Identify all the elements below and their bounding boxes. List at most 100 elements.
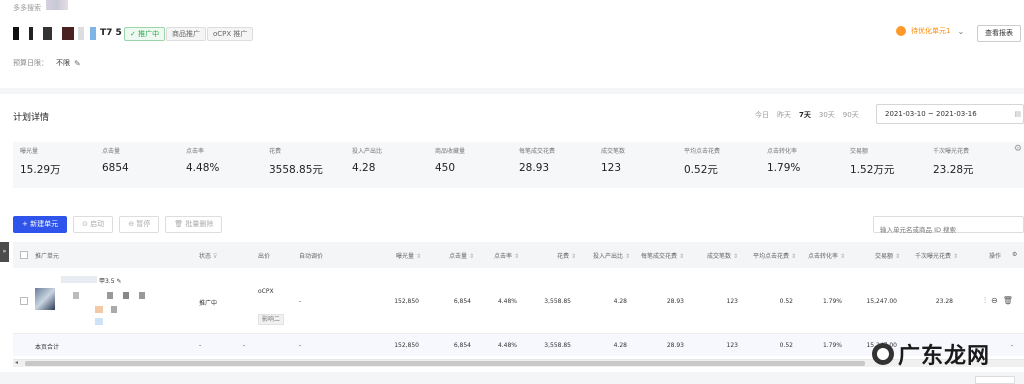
col-cpc[interactable]: 平均点击花费 ⇕ <box>753 251 796 260</box>
date-range-picker[interactable]: 2021-03-10 ~ 2021-03-16 ▤ <box>876 104 1024 124</box>
edit-icon[interactable]: ✎ <box>74 59 81 68</box>
sort-icon: ⇕ <box>416 253 422 260</box>
redacted-block <box>90 26 96 40</box>
plan-name: T7 5 <box>13 25 122 41</box>
row-roi: 4.28 <box>613 298 627 305</box>
total-ctr: 4.48% <box>497 342 517 349</box>
column-settings-icon[interactable]: ⚙ <box>1012 251 1017 258</box>
row-gmv: 15,247.00 <box>866 298 897 305</box>
product-thumbnail <box>35 288 55 310</box>
col-cost[interactable]: 花费 ⇕ <box>557 251 576 260</box>
ad-plan-page: 多多搜索 T7 5 ✓ 推广中 商品推广 oCPX 推广 预算日限： 不限 ✎ … <box>0 0 1024 384</box>
batch-delete-button[interactable]: 🗑 批量删除 <box>165 216 223 233</box>
unit-selector[interactable]: 待优化单元1 ⌄ <box>896 26 964 36</box>
row-auto-bid: - <box>299 298 302 305</box>
row-cpc: 0.52 <box>779 298 793 305</box>
row-ops: ⫶ ⊖ 🗑 <box>984 296 1013 306</box>
plan-header-card: 多多搜索 T7 5 ✓ 推广中 商品推广 oCPX 推广 预算日限： 不限 ✎ … <box>0 0 1024 88</box>
range-tab-today[interactable]: 今日 <box>755 110 769 120</box>
bottom-strip <box>0 372 1024 384</box>
col-cvr[interactable]: 点击转化率 ⇕ <box>808 251 845 260</box>
pause-icon[interactable]: ⊖ <box>991 296 998 306</box>
unit-selector-label: 待优化单元1 <box>911 27 951 35</box>
sort-icon: ⇕ <box>679 253 685 260</box>
redacted-block <box>111 306 117 313</box>
type-badge: 商品推广 <box>166 27 206 41</box>
watermark-text: 广东龙网 <box>898 344 991 369</box>
col-gmv[interactable]: 交易额 ⇕ <box>875 251 900 260</box>
redacted-block <box>139 292 145 299</box>
row-orders: 123 <box>726 298 738 305</box>
table-header: 推广单元 状态 ⊽ 出价 自动调价 曝光量 ⇕ 点击量 ⇕ 点击率 ⇕ 花费 ⇕ 投入产出… <box>13 242 1024 268</box>
warning-dot-icon <box>896 26 906 36</box>
total-status: - <box>199 342 202 349</box>
col-ctr[interactable]: 点击率 ⇕ <box>494 251 519 260</box>
row-cost: 3,558.85 <box>544 298 571 305</box>
sort-icon: ⇕ <box>469 253 475 260</box>
unit-name[interactable]: 甲3.5 ✎ <box>99 276 122 285</box>
row-ctr: 4.48% <box>497 298 517 305</box>
col-roi[interactable]: 投入产出比 ⇕ <box>593 251 630 260</box>
plan-detail-section: 计划详情 今日 昨天 7天 30天 90天 2021-03-10 ~ 2021-… <box>0 94 1024 384</box>
edit-icon[interactable]: ✎ <box>116 278 121 285</box>
gear-icon[interactable]: ⚙ <box>1014 144 1022 154</box>
col-status[interactable]: 状态 ⊽ <box>199 251 217 260</box>
scroll-left-icon[interactable]: ◂ <box>15 359 18 366</box>
row-cost-per-order: 28.93 <box>666 298 684 305</box>
row-impressions: 152,850 <box>394 298 419 305</box>
sort-icon: ⇕ <box>733 253 739 260</box>
range-tab-yesterday[interactable]: 昨天 <box>777 110 791 120</box>
redacted-block <box>29 26 33 40</box>
row-checkbox[interactable] <box>20 297 28 305</box>
chart-icon[interactable]: ⫶ <box>984 296 986 306</box>
redacted-block <box>95 318 103 325</box>
pause-button[interactable]: ⊖ 暂停 <box>119 216 160 233</box>
table-row[interactable]: 甲3.5 ✎ 推广中 oCPX 影响二 - 152,850 6,854 4.48… <box>13 268 1024 334</box>
redacted-block <box>78 26 84 40</box>
breadcrumb[interactable]: 多多搜索 <box>13 3 41 13</box>
calendar-icon: ▤ <box>1014 110 1021 118</box>
redacted-block <box>107 292 113 299</box>
scrollbar-thumb[interactable] <box>25 361 865 366</box>
col-clicks[interactable]: 点击量 ⇕ <box>449 251 474 260</box>
col-unit: 推广单元 <box>35 253 60 260</box>
col-ops: 操作 <box>989 253 1002 260</box>
total-orders: 123 <box>726 342 738 349</box>
col-cost-per-order[interactable]: 每笔成交花费 ⇕ <box>641 251 684 260</box>
unit-search <box>873 216 1024 238</box>
range-tab-7d[interactable]: 7天 <box>799 110 811 120</box>
sort-icon: ⇕ <box>895 253 901 260</box>
sort-icon: ⇕ <box>840 253 846 260</box>
col-impressions[interactable]: 曝光量 ⇕ <box>396 251 421 260</box>
new-unit-button[interactable]: + 新建单元 <box>13 216 68 233</box>
budget-label: 预算日限： <box>13 59 48 67</box>
sort-icon: ⇕ <box>571 253 577 260</box>
chevron-down-icon: ⌄ <box>957 26 965 36</box>
row-status: 推广中 <box>199 300 218 307</box>
range-tab-90d[interactable]: 90天 <box>843 110 859 120</box>
row-bid-sub[interactable]: 影响二 <box>258 314 285 325</box>
col-cpm[interactable]: 千次曝光花费 ⇕ <box>915 251 958 260</box>
start-button[interactable]: ⊙ 启动 <box>73 216 114 233</box>
range-tab-30d[interactable]: 30天 <box>819 110 835 120</box>
redacted-block <box>61 276 97 283</box>
search-input[interactable] <box>874 222 1023 238</box>
expand-sidebar-tab[interactable]: » <box>0 242 9 262</box>
row-clicks: 6,854 <box>453 298 471 305</box>
select-all-checkbox[interactable] <box>20 251 28 259</box>
delete-icon[interactable]: 🗑 <box>1003 296 1013 306</box>
budget-value: 不限 <box>56 59 70 67</box>
pagination[interactable] <box>975 376 1015 384</box>
col-orders[interactable]: 成交笔数 ⇕ <box>707 251 738 260</box>
sort-icon: ⇕ <box>514 253 520 260</box>
col-bid: 出价 <box>258 253 271 260</box>
filter-icon: ⊽ <box>213 253 218 260</box>
sort-icon: ⇕ <box>625 253 631 260</box>
redacted-block <box>123 292 129 299</box>
sort-icon: ⇕ <box>791 253 797 260</box>
view-report-button[interactable]: 查看报表 <box>977 25 1021 42</box>
status-badge: ✓ 推广中 <box>124 27 166 41</box>
redacted-block <box>62 26 74 40</box>
unit-toolbar: + 新建单元 ⊙ 启动 ⊖ 暂停 🗑 批量删除 <box>13 216 223 233</box>
redacted-block <box>95 306 103 313</box>
